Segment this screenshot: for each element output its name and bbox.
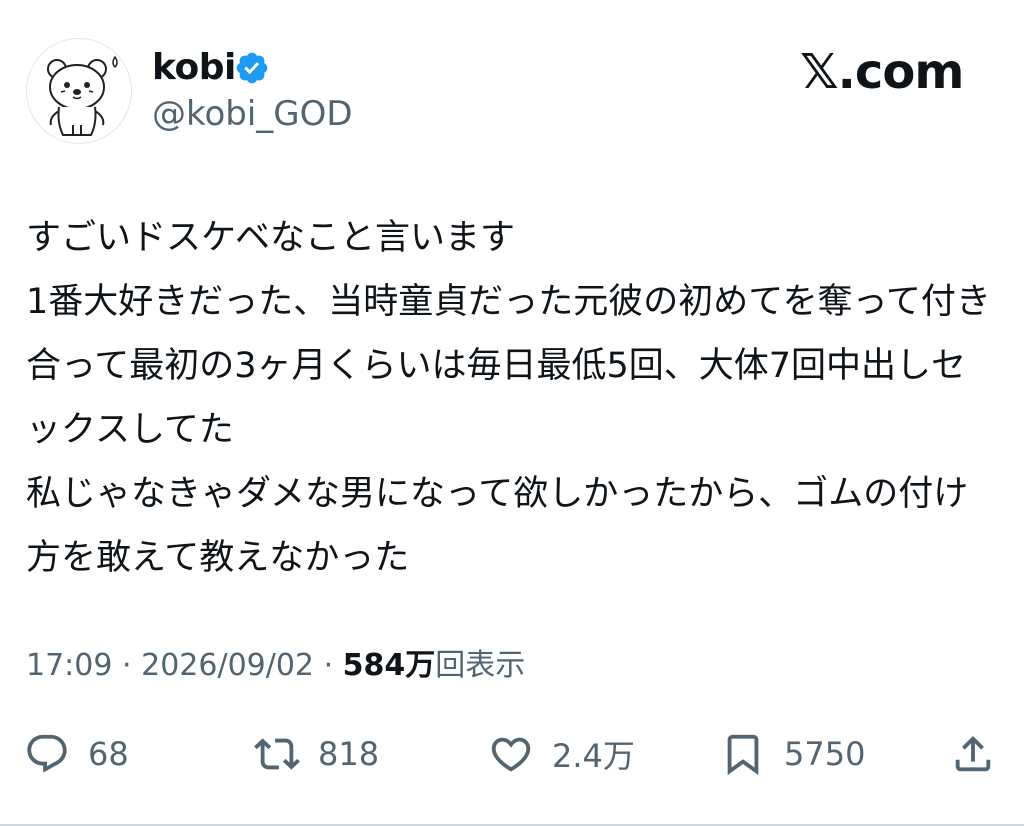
meta-separator: · xyxy=(323,648,334,683)
meta-separator: · xyxy=(122,648,132,683)
tweet-time[interactable]: 17:09 xyxy=(26,648,112,683)
reply-icon xyxy=(27,734,67,773)
bear-avatar-icon[interactable] xyxy=(26,38,132,144)
like-button[interactable]: 2.4万 xyxy=(488,722,635,786)
bear-avatar-drawing xyxy=(47,55,118,136)
action-bar: 68 818 2.4万 5750 xyxy=(0,722,1024,786)
views-label: 回表示 xyxy=(435,648,526,683)
bookmark-count: 5750 xyxy=(784,735,866,773)
tweet-header: kobi @kobi_GOD 𝕏.com xyxy=(0,0,1024,160)
share-icon xyxy=(955,735,991,772)
bookmark-icon xyxy=(727,734,759,775)
retweet-button[interactable]: 818 xyxy=(254,722,379,786)
reply-count: 68 xyxy=(88,735,129,773)
tweet-date[interactable]: 2026/09/02 xyxy=(141,648,314,683)
x-com-logo: 𝕏.com xyxy=(800,44,964,100)
views-count: 584万 xyxy=(342,648,436,683)
tweet-meta: 17:09 · 2026/09/02 · 584万回表示 xyxy=(26,644,525,688)
retweet-icon xyxy=(254,738,300,770)
display-name[interactable]: kobi xyxy=(152,46,236,90)
user-handle[interactable]: @kobi_GOD xyxy=(152,93,353,135)
heart-icon xyxy=(491,737,531,772)
share-button[interactable] xyxy=(950,722,996,786)
tweet-text: すごいドスケベなこと言います 1番大好きだった、当時童貞だった元彼の初めてを奪っ… xyxy=(26,218,991,578)
verified-badge-icon xyxy=(236,52,268,84)
like-count: 2.4万 xyxy=(552,737,635,775)
bookmark-button[interactable]: 5750 xyxy=(720,722,865,786)
retweet-count: 818 xyxy=(318,735,380,773)
reply-button[interactable]: 68 xyxy=(24,722,129,786)
